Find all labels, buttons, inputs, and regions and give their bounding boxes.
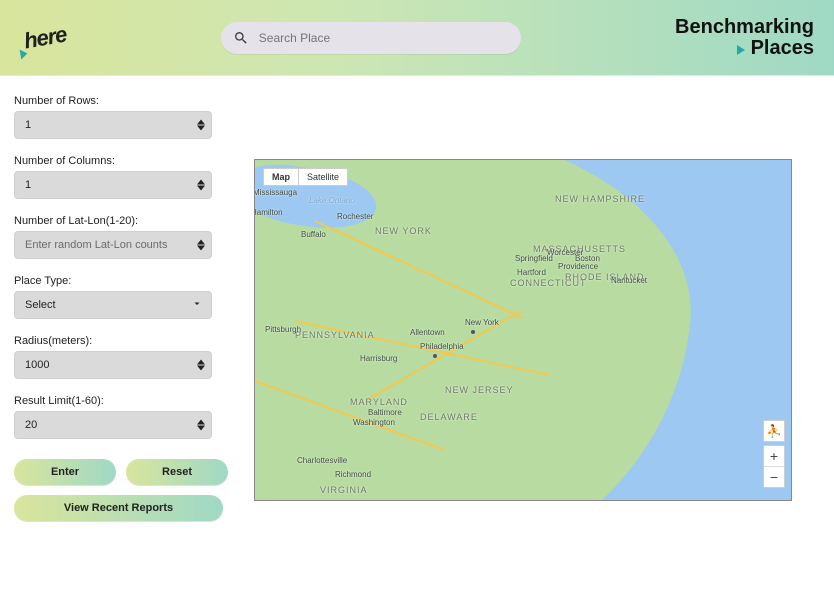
map-label: Providence (558, 262, 598, 271)
place-type-value: Select (25, 299, 56, 311)
rows-input[interactable]: 1 (14, 111, 212, 139)
map-label: Pittsburgh (265, 325, 301, 334)
map-label: NEW HAMPSHIRE (555, 194, 645, 204)
map-type-map[interactable]: Map (263, 168, 298, 186)
field-place-type: Place Type: Select (14, 275, 238, 319)
spinner-icon[interactable] (197, 360, 205, 371)
map-area: NEW YORK PENNSYLVANIA NEW JERSEY MARYLAN… (238, 75, 834, 596)
cols-value: 1 (25, 179, 31, 191)
map-label: PENNSYLVANIA (295, 330, 375, 340)
map-type-toggle[interactable]: Map Satellite (263, 168, 348, 186)
field-rows: Number of Rows: 1 (14, 95, 238, 139)
radius-label: Radius(meters): (14, 335, 238, 347)
place-type-select[interactable]: Select (14, 291, 212, 319)
zoom-out-button[interactable]: − (764, 467, 784, 487)
map-label: Lake Ontario (309, 196, 355, 205)
place-type-label: Place Type: (14, 275, 238, 287)
map-label: VIRGINIA (320, 485, 368, 495)
latlon-placeholder: Enter random Lat-Lon counts (25, 239, 167, 251)
map-label: Washington (353, 418, 395, 427)
map-label: Harrisburg (360, 354, 397, 363)
app-title: Benchmarking Places (675, 17, 814, 59)
map-label: Buffalo (301, 230, 326, 239)
map-label: Allentown (410, 328, 445, 337)
map-label: Mississauga (254, 188, 297, 197)
reset-button[interactable]: Reset (126, 459, 228, 485)
map-label: Hartford (517, 268, 546, 277)
spinner-icon[interactable] (197, 120, 205, 131)
pegman-icon[interactable]: ⛹ (763, 420, 785, 442)
title-line2: Places (737, 38, 814, 59)
chevron-down-icon (191, 298, 203, 313)
view-recent-button[interactable]: View Recent Reports (14, 495, 223, 521)
sidebar: Number of Rows: 1 Number of Columns: 1 N… (0, 75, 238, 596)
limit-label: Result Limit(1-60): (14, 395, 238, 407)
map-label: MARYLAND (350, 397, 408, 407)
search-icon (233, 30, 249, 46)
button-row: Enter Reset (14, 459, 238, 485)
map-label: DELAWARE (420, 412, 478, 422)
map-label: Richmond (335, 470, 371, 479)
map-label: Baltimore (368, 408, 402, 417)
map-label: Charlottesville (297, 456, 347, 465)
limit-value: 20 (25, 419, 37, 431)
map-label: NEW JERSEY (445, 385, 514, 395)
cols-input[interactable]: 1 (14, 171, 212, 199)
map-label: Hamilton (254, 208, 283, 217)
map-label: Philadelphia (420, 342, 464, 351)
enter-button[interactable]: Enter (14, 459, 116, 485)
header: here Benchmarking Places (0, 0, 834, 76)
field-cols: Number of Columns: 1 (14, 155, 238, 199)
map-label: NEW YORK (375, 226, 432, 236)
search-input[interactable] (257, 30, 509, 46)
map-label: Springfield (515, 254, 553, 263)
here-logo: here (22, 21, 68, 54)
radius-value: 1000 (25, 359, 49, 371)
spinner-icon[interactable] (197, 420, 205, 431)
field-limit: Result Limit(1-60): 20 (14, 395, 238, 439)
zoom-control: + − (763, 445, 785, 488)
search-wrap (221, 22, 521, 54)
radius-input[interactable]: 1000 (14, 351, 212, 379)
cols-label: Number of Columns: (14, 155, 238, 167)
map-label: Nantucket (611, 276, 647, 285)
spinner-icon[interactable] (197, 240, 205, 251)
map[interactable]: NEW YORK PENNSYLVANIA NEW JERSEY MARYLAN… (254, 159, 792, 501)
latlon-input[interactable]: Enter random Lat-Lon counts (14, 231, 212, 259)
map-label: Rochester (337, 212, 373, 221)
content: Number of Rows: 1 Number of Columns: 1 N… (0, 75, 834, 596)
zoom-in-button[interactable]: + (764, 446, 784, 467)
map-type-satellite[interactable]: Satellite (298, 168, 348, 186)
field-radius: Radius(meters): 1000 (14, 335, 238, 379)
map-label: New York (465, 318, 499, 327)
latlon-label: Number of Lat-Lon(1-20): (14, 215, 238, 227)
city-dot (471, 330, 475, 334)
title-line1: Benchmarking (675, 17, 814, 38)
field-latlon: Number of Lat-Lon(1-20): Enter random La… (14, 215, 238, 259)
spinner-icon[interactable] (197, 180, 205, 191)
rows-value: 1 (25, 119, 31, 131)
rows-label: Number of Rows: (14, 95, 238, 107)
city-dot (433, 354, 437, 358)
limit-input[interactable]: 20 (14, 411, 212, 439)
